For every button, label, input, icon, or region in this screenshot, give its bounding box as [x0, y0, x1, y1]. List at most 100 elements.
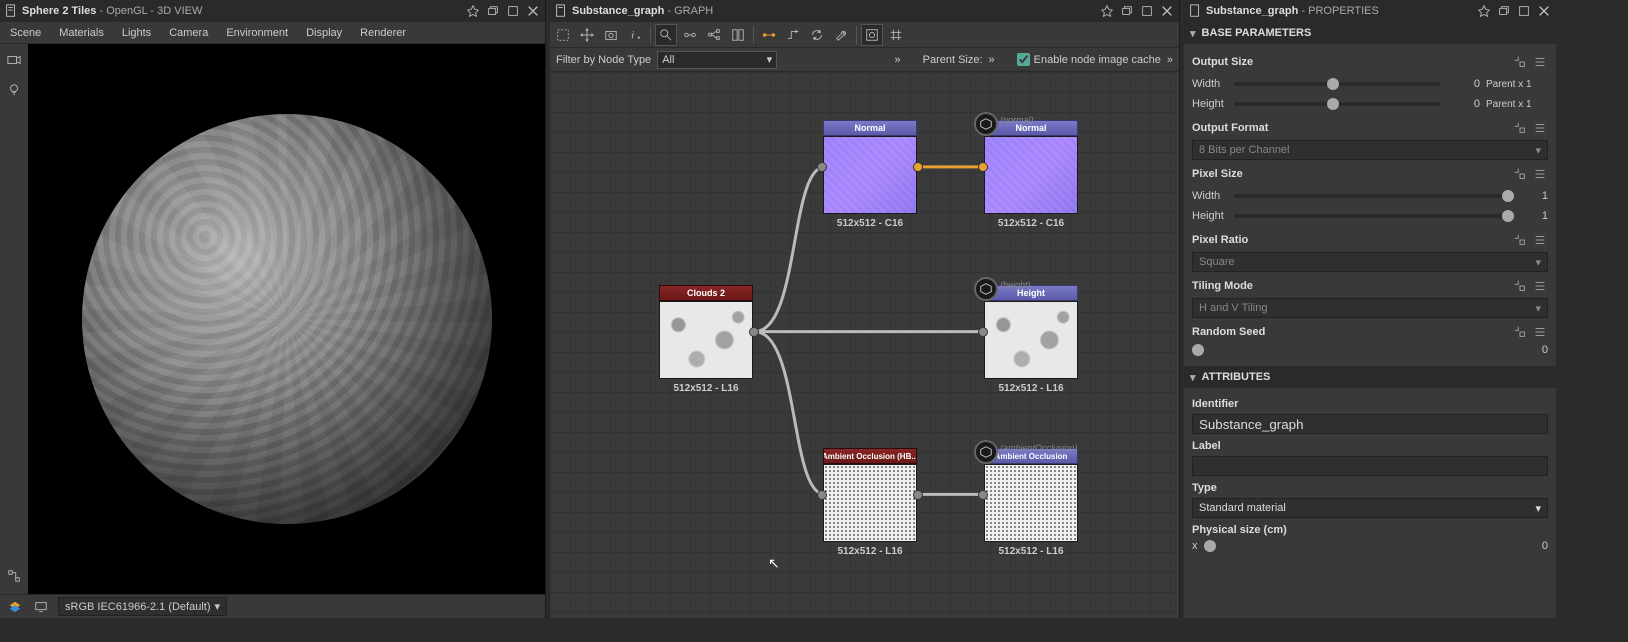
menu-lines-icon[interactable]: [1532, 324, 1548, 340]
color-profile-label: sRGB IEC61966-2.1 (Default): [65, 601, 211, 613]
type-select[interactable]: Standard material ▾: [1192, 498, 1548, 518]
input-port[interactable]: [978, 162, 988, 172]
pixel-ratio-select[interactable]: Square ▾: [1192, 252, 1548, 272]
pin-icon[interactable]: [1099, 3, 1115, 19]
select-tool-icon[interactable]: [552, 24, 574, 46]
menu-display[interactable]: Display: [306, 27, 342, 39]
physical-x-slider[interactable]: [1204, 540, 1216, 552]
more-icon[interactable]: »: [894, 54, 900, 66]
node-clouds2[interactable]: Clouds 2 512x512 - L16: [659, 285, 753, 394]
props-title: Substance_graph: [1206, 5, 1298, 17]
close-icon[interactable]: [1536, 3, 1552, 19]
section-attributes[interactable]: ▾ ATTRIBUTES: [1184, 366, 1556, 388]
input-port[interactable]: [817, 162, 827, 172]
width-slider[interactable]: [1234, 82, 1440, 86]
menu-lines-icon[interactable]: [1532, 120, 1548, 136]
input-port[interactable]: [978, 327, 988, 337]
node-normal-output[interactable]: Normal 512x512 - C16: [984, 120, 1078, 229]
px-width-slider[interactable]: [1234, 194, 1508, 198]
label-input[interactable]: [1192, 456, 1548, 476]
node-caption: 512x512 - L16: [984, 383, 1078, 394]
link-icon[interactable]: [679, 24, 701, 46]
output-port[interactable]: [749, 327, 759, 337]
props-header: Substance_graph - PROPERTIES: [1184, 0, 1556, 22]
input-port[interactable]: [817, 490, 827, 500]
snapshot-icon[interactable]: [600, 24, 622, 46]
camera-icon[interactable]: [4, 50, 24, 70]
hierarchy-icon[interactable]: [4, 566, 24, 586]
color-profile-select[interactable]: sRGB IEC61966-2.1 (Default) ▾: [58, 597, 227, 616]
input-port[interactable]: [978, 490, 988, 500]
more-icon[interactable]: »: [989, 54, 995, 66]
monitor-icon[interactable]: [32, 598, 50, 616]
tiling-mode-select[interactable]: H and V Tiling ▾: [1192, 298, 1548, 318]
wrench-icon[interactable]: [830, 24, 852, 46]
menu-lines-icon[interactable]: [1532, 278, 1548, 294]
bulb-icon[interactable]: [4, 80, 24, 100]
node-thumbnail: [984, 464, 1078, 542]
inherit-icon[interactable]: [1512, 324, 1528, 340]
layers-icon[interactable]: [6, 598, 24, 616]
node-ao-output[interactable]: Ambient Occlusion 512x512 - L16: [984, 448, 1078, 557]
restore-icon[interactable]: [1496, 3, 1512, 19]
inherit-icon[interactable]: [1512, 278, 1528, 294]
height-value[interactable]: 0: [1446, 98, 1480, 110]
maximize-icon[interactable]: [505, 3, 521, 19]
section-base-parameters[interactable]: ▾ BASE PARAMETERS: [1184, 22, 1556, 44]
restore-icon[interactable]: [485, 3, 501, 19]
node-height-output[interactable]: Height 512x512 - L16: [984, 285, 1078, 394]
inherit-icon[interactable]: [1512, 232, 1528, 248]
close-icon[interactable]: [1159, 3, 1175, 19]
filter-select[interactable]: All ▾: [657, 51, 777, 69]
px-height-value[interactable]: 1: [1514, 210, 1548, 222]
output-format-select[interactable]: 8 Bits per Channel ▾: [1192, 140, 1548, 160]
menu-materials[interactable]: Materials: [59, 27, 104, 39]
move-tool-icon[interactable]: [576, 24, 598, 46]
pin-icon[interactable]: [1476, 3, 1492, 19]
height-slider[interactable]: [1234, 102, 1440, 106]
menu-environment[interactable]: Environment: [226, 27, 288, 39]
inherit-icon[interactable]: [1512, 120, 1528, 136]
seed-value[interactable]: 0: [1542, 344, 1548, 356]
menu-lights[interactable]: Lights: [122, 27, 151, 39]
search-icon[interactable]: [655, 24, 677, 46]
pin-icon[interactable]: [465, 3, 481, 19]
node-ao[interactable]: Ambient Occlusion (HB... 512x512 - L16: [823, 448, 917, 557]
seed-randomize-button[interactable]: [1192, 344, 1204, 356]
node-connect-icon[interactable]: [758, 24, 780, 46]
inherit-icon[interactable]: [1512, 166, 1528, 182]
px-height-slider[interactable]: [1234, 214, 1508, 218]
menu-camera[interactable]: Camera: [169, 27, 208, 39]
menu-lines-icon[interactable]: [1532, 166, 1548, 182]
viewport-3d[interactable]: [28, 44, 545, 594]
menu-renderer[interactable]: Renderer: [360, 27, 406, 39]
cache-checkbox[interactable]: Enable node image cache: [1017, 53, 1161, 66]
tree-icon[interactable]: [703, 24, 725, 46]
close-icon[interactable]: [525, 3, 541, 19]
restore-icon[interactable]: [1119, 3, 1135, 19]
focus-icon[interactable]: [861, 24, 883, 46]
identifier-input[interactable]: [1192, 414, 1548, 434]
align-icon[interactable]: [727, 24, 749, 46]
maximize-icon[interactable]: [1516, 3, 1532, 19]
menu-lines-icon[interactable]: [1532, 232, 1548, 248]
pixel-ratio-value: Square: [1199, 256, 1234, 268]
width-value[interactable]: 0: [1446, 78, 1480, 90]
refresh-icon[interactable]: [806, 24, 828, 46]
output-port[interactable]: [913, 162, 923, 172]
maximize-icon[interactable]: [1139, 3, 1155, 19]
physical-x-value[interactable]: 0: [1542, 540, 1548, 552]
info-icon[interactable]: i: [624, 24, 646, 46]
menu-scene[interactable]: Scene: [10, 27, 41, 39]
more-icon[interactable]: »: [1167, 54, 1173, 66]
node-normal[interactable]: Normal 512x512 - C16: [823, 120, 917, 229]
route-icon[interactable]: [782, 24, 804, 46]
px-width-value[interactable]: 1: [1514, 190, 1548, 202]
graph-canvas[interactable]: Clouds 2 512x512 - L16 Normal 512x512 - …: [550, 72, 1179, 618]
inherit-icon[interactable]: [1512, 54, 1528, 70]
output-port[interactable]: [913, 490, 923, 500]
cache-checkbox-input[interactable]: [1017, 53, 1030, 66]
props-subtitle: PROPERTIES: [1308, 5, 1379, 17]
menu-lines-icon[interactable]: [1532, 54, 1548, 70]
grid-icon[interactable]: [885, 24, 907, 46]
